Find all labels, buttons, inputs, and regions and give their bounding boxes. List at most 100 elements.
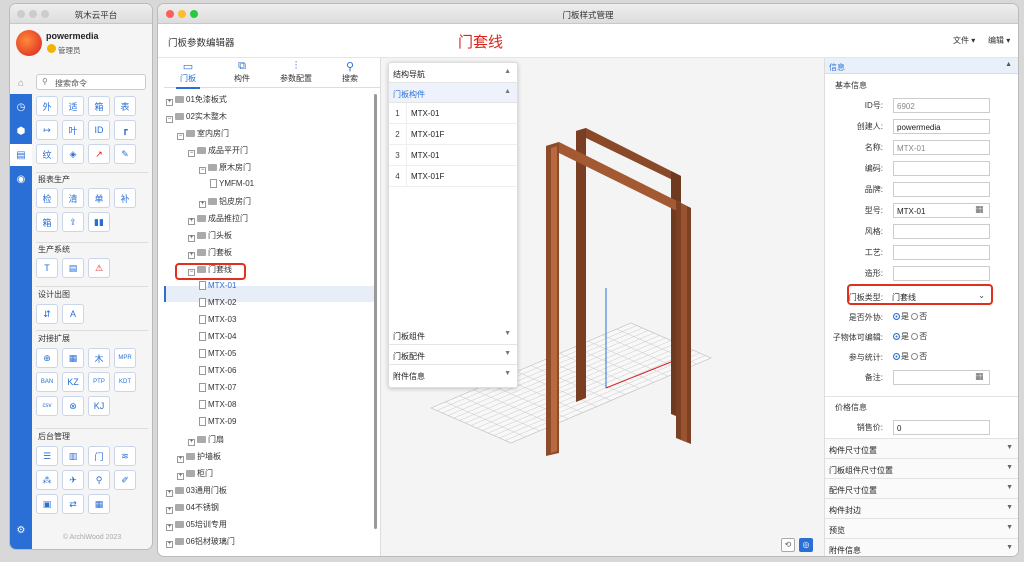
tool-icon[interactable]: ⚲ [88,470,110,490]
close-button[interactable] [17,10,25,18]
tool-icon[interactable]: ▤ [62,258,84,278]
component-row[interactable]: 1 MTX-01 [389,103,517,124]
radio-yes[interactable] [893,353,900,360]
tool-icon[interactable]: ▥ [62,446,84,466]
tree-folder-node[interactable]: + 柜门 [177,468,213,484]
tool-icon[interactable]: 箱 [88,96,110,116]
view-reset-icon[interactable]: ⟲ [781,538,795,552]
tool-icon[interactable]: 单 [88,188,110,208]
tree-folder-node[interactable]: +04不锈钢 [166,502,219,518]
tree-folder-node[interactable]: +03通用门板 [166,485,227,501]
tree-folder-node[interactable]: + 成品推拉门 [188,213,248,229]
tool-icon[interactable]: BAN [36,372,58,392]
price-field[interactable]: 0 [893,420,990,435]
tool-icon[interactable]: KDT [114,372,136,392]
tool-icon[interactable]: ☰ [36,446,58,466]
tree-folder-node[interactable]: − 02实木整木 [166,111,227,127]
tool-icon[interactable]: 检 [36,188,58,208]
component-row[interactable]: 2 MTX-01F [389,124,517,145]
tree-folder-node[interactable]: + 门套板 [188,247,232,263]
tree-file-node[interactable]: MTX-02 [199,298,236,314]
tool-icon[interactable]: 纹 [36,144,58,164]
collapse-icon[interactable]: − [188,150,195,157]
tool-icon[interactable]: KZ [62,372,84,392]
collapse-icon[interactable]: − [199,167,206,174]
tree-file-node[interactable]: MTX-04 [199,332,236,348]
tool-icon[interactable]: MPR [114,348,136,368]
tool-icon[interactable]: ✎ [114,144,136,164]
shape-field[interactable] [893,266,990,281]
tab-param-config[interactable]: ⫶ 参数配置 [274,60,318,84]
tree-file-node[interactable]: MTX-01 [199,281,236,297]
tool-icon[interactable]: ⇵ [36,304,58,324]
radio-yes[interactable] [893,333,900,340]
tree-folder-node[interactable]: + 护墙板 [177,451,221,467]
tool-icon[interactable]: ⊗ [62,396,84,416]
craft-field[interactable] [893,245,990,260]
tool-icon[interactable]: ✐ [114,470,136,490]
box-icon[interactable]: ▤ [10,144,32,166]
tool-icon[interactable]: ▦ [62,348,84,368]
tool-icon[interactable]: 叶 [62,120,84,140]
attachment-info-header[interactable]: 附件信息 ▼ [389,365,517,385]
edit-menu[interactable]: 编辑 ▾ [988,35,1010,46]
expand-icon[interactable]: + [188,235,195,242]
component-row[interactable]: 3 MTX-01 [389,145,517,166]
expand-icon[interactable]: + [177,473,184,480]
tool-icon[interactable]: ⇄ [62,494,84,514]
code-field[interactable] [893,161,990,176]
expand-icon[interactable]: + [177,456,184,463]
expand-icon[interactable]: + [166,541,173,548]
accordion-edge-banding[interactable]: 构件封边 ▼ [825,498,1018,518]
name-field[interactable]: MTX-01 [893,140,990,155]
tool-icon[interactable]: T [36,258,58,278]
tool-icon[interactable]: ⁂ [36,470,58,490]
file-menu[interactable]: 文件 ▾ [953,35,975,46]
tool-icon[interactable]: 门 [88,446,110,466]
accordion-attachment-info[interactable]: 附件信息 ▼ [825,538,1018,556]
tree-file-node[interactable]: MTX-09 [199,417,236,433]
radio-no[interactable] [911,353,919,360]
door-assembly-header[interactable]: 门板组件 ▼ [389,325,517,345]
tree-folder-node[interactable]: + 门头板 [188,230,232,246]
tool-icon[interactable]: KJ [88,396,110,416]
id-field[interactable]: 6902 [893,98,990,113]
tool-icon[interactable]: ⇪ [62,212,84,232]
tree-folder-node[interactable]: +05培训专用 [166,519,227,535]
home-icon[interactable]: ⌂ [10,72,32,94]
expand-icon[interactable]: + [166,99,173,106]
tool-icon[interactable]: ◈ [62,144,84,164]
tool-icon[interactable]: ▮▮ [88,212,110,232]
minimize-button[interactable] [29,10,37,18]
calculator-icon[interactable]: ▦ [975,204,984,215]
brand-field[interactable] [893,182,990,197]
radio-no[interactable] [911,333,919,340]
tool-icon[interactable]: 表 [114,96,136,116]
tree-file-node[interactable]: MTX-03 [199,315,236,331]
collapse-icon[interactable]: − [166,116,173,123]
view-mode-icon[interactable]: ◎ [799,538,813,552]
structure-nav-header[interactable]: 结构导航 ▲ [389,63,517,83]
expand-icon[interactable]: + [188,252,195,259]
tool-icon[interactable]: 补 [114,188,136,208]
tool-icon[interactable]: ▦ [88,494,110,514]
door-accessory-header[interactable]: 门板配件 ▼ [389,345,517,365]
style-field[interactable] [893,224,990,239]
door-components-header[interactable]: 门板构件 ▲ [389,83,517,103]
tree-folder-node[interactable]: − 室内房门 [177,128,229,144]
component-row[interactable]: 4 MTX-01F [389,166,517,187]
expand-icon[interactable]: + [188,218,195,225]
expand-icon[interactable]: + [166,507,173,514]
stats-radio[interactable]: 是 否 [893,351,927,362]
child-editable-radio[interactable]: 是 否 [893,331,927,342]
tree-folder-node[interactable]: − 成品平开门 [188,145,248,161]
avatar[interactable] [16,30,42,56]
tree-folder-node[interactable]: + 铝皮房门 [199,196,251,212]
info-header[interactable]: 信息 ▲ [825,58,1018,74]
tool-icon[interactable]: 适 [62,96,84,116]
accordion-assembly-size[interactable]: 门板组件尺寸位置 ▼ [825,458,1018,478]
expand-icon[interactable]: + [199,201,206,208]
tool-icon[interactable]: ┏ [114,120,136,140]
circle-icon[interactable]: ◉ [10,168,32,190]
tool-icon[interactable]: ⊕ [36,348,58,368]
